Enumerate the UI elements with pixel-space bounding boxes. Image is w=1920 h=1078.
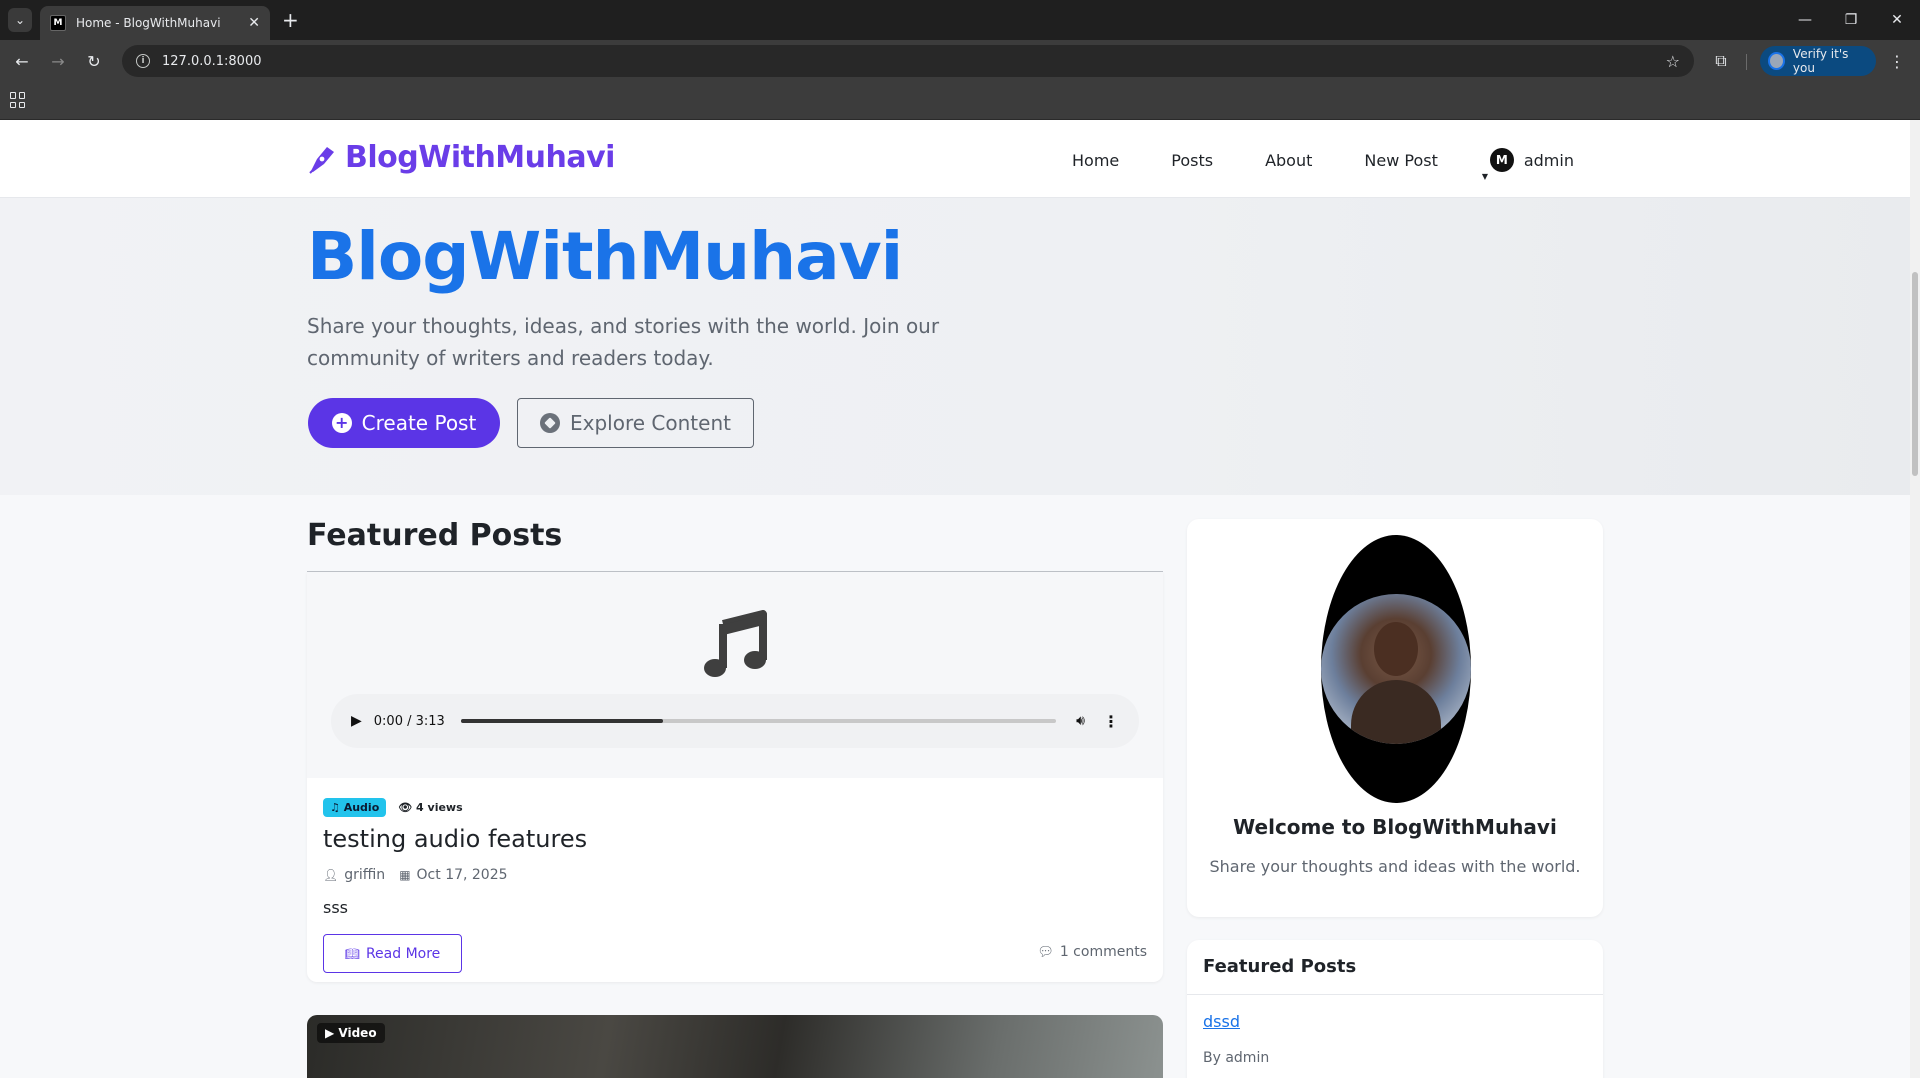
pen-nib-icon — [309, 146, 334, 174]
profile-verify-chip[interactable]: Verify it's you — [1760, 46, 1876, 76]
user-menu-dropdown[interactable]: ▼ M admin — [1482, 148, 1574, 181]
brand-logo-link[interactable]: BlogWithMuhavi — [307, 140, 615, 175]
welcome-subtitle: Share your thoughts and ideas with the w… — [1209, 857, 1581, 876]
video-badge: ▶ Video — [317, 1023, 385, 1043]
play-icon[interactable]: ▶ — [351, 713, 362, 729]
post-author: griffin — [344, 867, 386, 883]
explore-content-button[interactable]: Explore Content — [517, 398, 754, 448]
sidebar-featured-title: Featured Posts — [1203, 956, 1357, 977]
toolbar-divider — [1746, 54, 1747, 70]
tab-title: Home - BlogWithMuhavi — [76, 16, 221, 30]
post-card: ▶ 0:00 / 3:13 🔊︎ ⋮ ♫ Audio 👁︎ 4 views te… — [307, 572, 1163, 982]
post-date: Oct 17, 2025 — [416, 867, 508, 883]
profile-photo — [1321, 594, 1471, 744]
nav-link-posts[interactable]: Posts — [1171, 151, 1213, 170]
post-byline: 👤︎ griffin ▦ Oct 17, 2025 — [323, 867, 508, 883]
video-post-card[interactable]: ▶ Video — [307, 1015, 1163, 1078]
browser-tab-active[interactable]: M Home - BlogWithMuhavi ✕ — [40, 6, 270, 40]
page-viewport: BlogWithMuhavi Home Posts About New Post… — [0, 120, 1920, 1078]
book-reader-icon: 📖︎ — [344, 946, 360, 961]
featured-posts-heading: Featured Posts — [307, 518, 563, 553]
caret-down-icon: ▼ — [1481, 172, 1488, 181]
window-controls: — ❐ ✕ — [1782, 0, 1920, 40]
plus-circle-icon: + — [331, 413, 352, 433]
back-arrow-icon[interactable]: ← — [4, 45, 40, 77]
bookmark-star-icon[interactable]: ☆ — [1666, 52, 1680, 71]
browser-tabstrip: ⌄ M Home - BlogWithMuhavi ✕ + — ❐ ✕ — [0, 0, 1920, 40]
user-avatar: M — [1489, 148, 1514, 172]
minimize-icon[interactable]: — — [1782, 0, 1828, 40]
tab-search-chevron-icon[interactable]: ⌄ — [8, 8, 32, 32]
bookmarks-bar — [0, 82, 1920, 120]
nav-link-home[interactable]: Home — [1072, 151, 1119, 170]
profile-avatar-icon — [1768, 52, 1785, 70]
welcome-card: Welcome to BlogWithMuhavi Share your tho… — [1187, 519, 1603, 917]
calendar-icon: ▦ — [399, 868, 411, 882]
extensions-puzzle-icon[interactable]: ⧉ — [1708, 48, 1734, 74]
forward-arrow-icon[interactable]: → — [40, 45, 76, 77]
nav-link-new-post[interactable]: New Post — [1364, 151, 1437, 170]
browser-toolbar: ← → ↻ i 127.0.0.1:8000 ☆ ⧉ Verify it's y… — [0, 40, 1920, 82]
comment-icon: 💬︎ — [1037, 944, 1054, 960]
comments-label: 1 comments — [1059, 944, 1147, 960]
profile-avatar-frame — [1321, 535, 1471, 803]
hero-subtitle: Share your thoughts, ideas, and stories … — [307, 314, 940, 370]
new-tab-plus-icon[interactable]: + — [282, 8, 299, 32]
tab-close-icon[interactable]: ✕ — [248, 15, 260, 31]
sidebar-featured-link[interactable]: dssd — [1203, 1012, 1240, 1031]
post-meta-row: ♫ Audio 👁︎ 4 views — [323, 798, 463, 817]
sidebar-divider — [1187, 994, 1603, 995]
post-media-area: ▶ 0:00 / 3:13 🔊︎ ⋮ — [307, 572, 1163, 778]
site-favicon-icon: M — [50, 15, 66, 31]
create-post-label: Create Post — [361, 411, 477, 435]
views-label: 4 views — [416, 801, 463, 814]
browser-menu-icon[interactable]: ⋮ — [1884, 48, 1910, 74]
views-count: 👁︎ 4 views — [398, 801, 463, 814]
compass-icon — [540, 413, 561, 433]
brand-name: BlogWithMuhavi — [345, 140, 615, 175]
post-title[interactable]: testing audio features — [323, 825, 587, 853]
audio-badge-label: Audio — [343, 801, 380, 814]
audio-time: 0:00 / 3:13 — [373, 713, 445, 729]
address-bar[interactable]: i 127.0.0.1:8000 ☆ — [122, 45, 1694, 77]
sidebar-featured-card: Featured Posts dssd By admin — [1187, 940, 1603, 1078]
create-post-button[interactable]: + Create Post — [308, 398, 500, 448]
explore-content-label: Explore Content — [570, 411, 731, 435]
hero-section: BlogWithMuhavi Share your thoughts, idea… — [0, 198, 1910, 495]
reload-icon[interactable]: ↻ — [76, 45, 112, 77]
post-excerpt: sss — [323, 898, 349, 917]
verify-label: Verify it's you — [1792, 47, 1849, 75]
sidebar-featured-author: By admin — [1203, 1050, 1270, 1066]
comments-count[interactable]: 💬︎ 1 comments — [1037, 944, 1147, 960]
site-navbar: BlogWithMuhavi Home Posts About New Post… — [0, 120, 1910, 198]
video-badge-label: Video — [338, 1026, 377, 1040]
profile-photo-body — [1351, 680, 1441, 744]
audio-progress-slider[interactable] — [460, 719, 1057, 723]
user-icon: 👤︎ — [323, 868, 339, 882]
read-more-label: Read More — [365, 945, 441, 962]
audio-progress-fill — [460, 719, 664, 723]
read-more-button[interactable]: 📖︎ Read More — [323, 934, 462, 973]
audio-more-options-icon[interactable]: ⋮ — [1103, 712, 1119, 731]
page-scrollbar[interactable] — [1910, 120, 1920, 1078]
volume-icon[interactable]: 🔊︎ — [1076, 713, 1085, 729]
scrollbar-thumb[interactable] — [1912, 272, 1918, 476]
url-text[interactable]: 127.0.0.1:8000 — [162, 54, 1666, 69]
audio-badge: ♫ Audio — [323, 798, 387, 817]
nav-link-about[interactable]: About — [1265, 151, 1312, 170]
hero-title: BlogWithMuhavi — [307, 218, 903, 295]
site-info-icon[interactable]: i — [136, 54, 150, 68]
welcome-title: Welcome to BlogWithMuhavi — [1233, 815, 1557, 839]
window-close-icon[interactable]: ✕ — [1874, 0, 1920, 40]
profile-photo-face — [1374, 622, 1418, 676]
apps-grid-icon[interactable] — [10, 92, 26, 108]
user-name: admin — [1523, 150, 1574, 170]
nav-links: Home Posts About New Post ▼ M admin — [1072, 148, 1574, 181]
music-note-icon — [704, 610, 767, 677]
audio-player: ▶ 0:00 / 3:13 🔊︎ ⋮ — [331, 694, 1139, 748]
restore-icon[interactable]: ❐ — [1828, 0, 1874, 40]
